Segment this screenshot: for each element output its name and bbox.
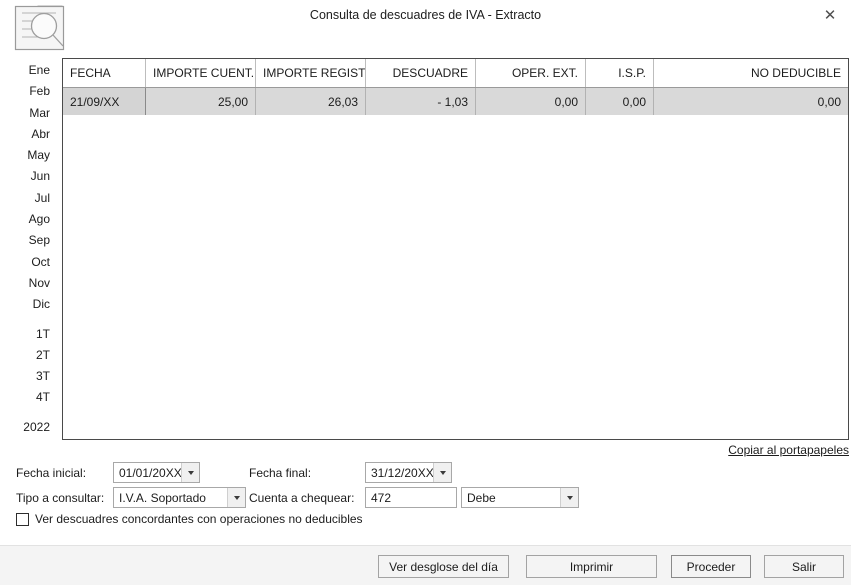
descuadres-table: FECHA IMPORTE CUENT... IMPORTE REGIST...… [62, 58, 849, 440]
debe-haber-combo[interactable]: Debe [461, 487, 579, 508]
cell-importe-cuenta[interactable]: 25,00 [146, 88, 256, 115]
sidebar-item-3t[interactable]: 3T [0, 366, 58, 387]
chevron-down-icon[interactable] [433, 463, 451, 482]
imprimir-button[interactable]: Imprimir [526, 555, 657, 578]
copy-to-clipboard-link[interactable]: Copiar al portapapeles [728, 443, 849, 457]
sidebar-item-nov[interactable]: Nov [0, 273, 58, 294]
tipo-consultar-combo[interactable]: I.V.A. Soportado [113, 487, 246, 508]
cell-descuadre[interactable]: - 1,03 [366, 88, 476, 115]
ver-desglose-button[interactable]: Ver desglose del día [378, 555, 509, 578]
proceder-button[interactable]: Proceder [671, 555, 751, 578]
fecha-final-label: Fecha final: [249, 466, 312, 480]
fecha-inicial-label: Fecha inicial: [16, 466, 87, 480]
chevron-down-icon[interactable] [227, 488, 245, 507]
sidebar-item-feb[interactable]: Feb [0, 81, 58, 102]
column-header-importe-registro[interactable]: IMPORTE REGIST... [256, 59, 366, 87]
sidebar-item-abr[interactable]: Abr [0, 124, 58, 145]
chevron-down-icon[interactable] [560, 488, 578, 507]
fecha-inicial-value: 01/01/20XX [119, 465, 181, 480]
column-header-descuadre[interactable]: DESCUADRE [366, 59, 476, 87]
cuenta-chequear-label: Cuenta a chequear: [249, 491, 355, 505]
sidebar-item-4t[interactable]: 4T [0, 387, 58, 408]
cell-fecha[interactable]: 21/09/XX [63, 88, 146, 115]
tipo-consultar-value: I.V.A. Soportado [119, 490, 206, 505]
cell-importe-registro[interactable]: 26,03 [256, 88, 366, 115]
bottom-action-bar: Ver desglose del día Imprimir Proceder S… [0, 545, 851, 585]
sidebar-item-ene[interactable]: Ene [0, 60, 58, 81]
fecha-final-value: 31/12/20XX [371, 465, 433, 480]
cell-oper-ext[interactable]: 0,00 [476, 88, 586, 115]
debe-haber-value: Debe [467, 490, 496, 505]
sidebar-item-mar[interactable]: Mar [0, 103, 58, 124]
chevron-down-icon[interactable] [181, 463, 199, 482]
sidebar-item-may[interactable]: May [0, 145, 58, 166]
column-header-isp[interactable]: I.S.P. [586, 59, 654, 87]
ver-descuadres-label: Ver descuadres concordantes con operacio… [35, 512, 363, 526]
tipo-consultar-label: Tipo a consultar: [16, 491, 105, 505]
fecha-final-combo[interactable]: 31/12/20XX [365, 462, 452, 483]
sidebar-item-ago[interactable]: Ago [0, 209, 58, 230]
cell-no-deducible[interactable]: 0,00 [654, 88, 848, 115]
cell-isp[interactable]: 0,00 [586, 88, 654, 115]
table-row[interactable]: 21/09/XX 25,00 26,03 - 1,03 0,00 0,00 0,… [63, 88, 848, 115]
title-bar: Consulta de descuadres de IVA - Extracto… [0, 0, 851, 51]
sidebar-item-jun[interactable]: Jun [0, 166, 58, 187]
salir-button[interactable]: Salir [764, 555, 844, 578]
month-sidebar: Ene Feb Mar Abr May Jun Jul Ago Sep Oct … [0, 60, 58, 440]
page-title: Consulta de descuadres de IVA - Extracto [309, 8, 542, 22]
column-header-oper-ext[interactable]: OPER. EXT. [476, 59, 586, 87]
sidebar-item-dic[interactable]: Dic [0, 294, 58, 315]
filter-form: Fecha inicial: 01/01/20XX Fecha final: 3… [0, 460, 851, 538]
ver-descuadres-checkbox-row[interactable]: Ver descuadres concordantes con operacio… [16, 512, 363, 526]
column-header-fecha[interactable]: FECHA [63, 59, 146, 87]
close-icon[interactable]: ✕ [815, 2, 845, 28]
sidebar-item-oct[interactable]: Oct [0, 252, 58, 273]
column-header-no-deducible[interactable]: NO DEDUCIBLE [654, 59, 848, 87]
sidebar-item-2t[interactable]: 2T [0, 345, 58, 366]
sidebar-item-sep[interactable]: Sep [0, 230, 58, 251]
fecha-inicial-combo[interactable]: 01/01/20XX [113, 462, 200, 483]
sidebar-item-2022[interactable]: 2022 [0, 417, 58, 438]
ver-descuadres-checkbox[interactable] [16, 512, 29, 526]
table-header-row: FECHA IMPORTE CUENT... IMPORTE REGIST...… [63, 59, 848, 88]
column-header-importe-cuenta[interactable]: IMPORTE CUENT... [146, 59, 256, 87]
cuenta-chequear-input[interactable]: 472 [365, 487, 457, 508]
sidebar-item-1t[interactable]: 1T [0, 324, 58, 345]
sidebar-item-jul[interactable]: Jul [0, 188, 58, 209]
